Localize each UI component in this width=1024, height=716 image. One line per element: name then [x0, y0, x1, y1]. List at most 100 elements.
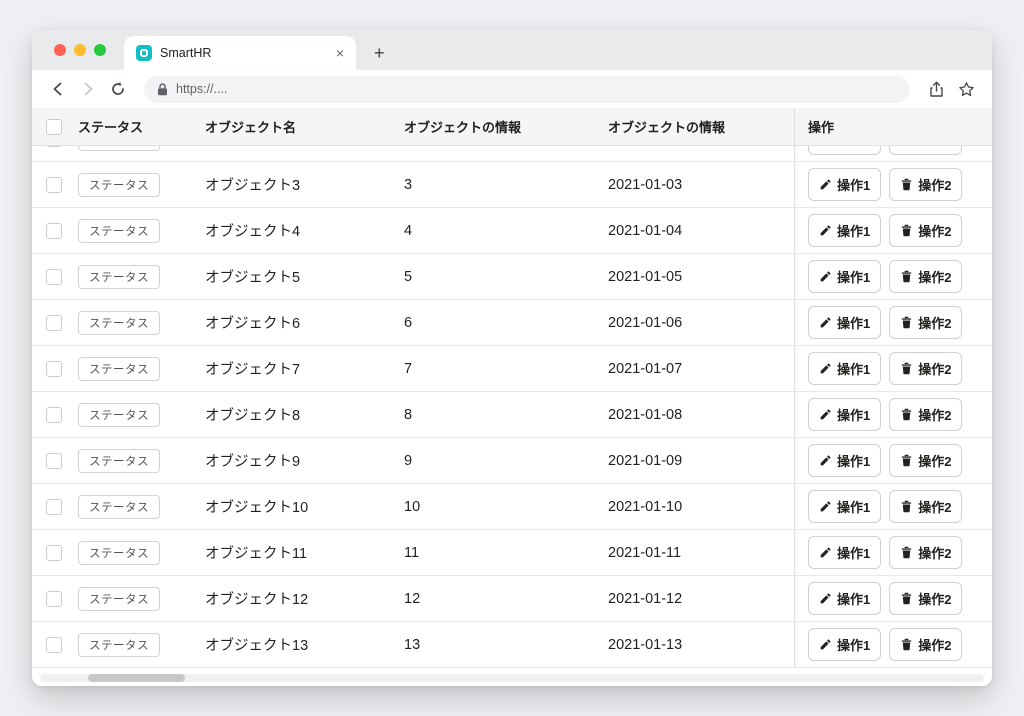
actions-cell: 操作1 操作2 [794, 622, 992, 667]
object-info1-cell: 7 [404, 361, 608, 377]
action1-button[interactable]: 操作1 [808, 306, 881, 339]
pencil-icon [819, 316, 832, 329]
action2-button[interactable]: 操作2 [889, 398, 962, 431]
row-checkbox[interactable] [46, 407, 62, 423]
trash-icon [900, 408, 913, 421]
row-checkbox[interactable] [46, 545, 62, 561]
trash-icon [900, 454, 913, 467]
status-cell: ステータス [78, 265, 205, 289]
action1-button[interactable]: 操作1 [808, 444, 881, 477]
object-info1-cell: 5 [404, 269, 608, 285]
table-row: ステータス オブジェクト7 7 2021-01-07 操作1 操作2 [32, 346, 992, 392]
row-checkbox[interactable] [46, 361, 62, 377]
action2-button[interactable]: 操作2 [889, 306, 962, 339]
table-row: ステータス オブジェクト11 11 2021-01-11 操作1 操作2 [32, 530, 992, 576]
status-cell: ステータス [78, 219, 205, 243]
zoom-window-button[interactable] [94, 44, 106, 56]
close-window-button[interactable] [54, 44, 66, 56]
horizontal-scrollbar-track[interactable] [40, 674, 984, 682]
pencil-icon [819, 178, 832, 191]
row-checkbox[interactable] [46, 453, 62, 469]
share-icon[interactable] [924, 77, 948, 101]
action2-button[interactable]: 操作2 [889, 214, 962, 247]
action1-button[interactable]: 操作1 [808, 168, 881, 201]
status-badge: ステータス [78, 265, 160, 289]
reload-icon[interactable] [106, 77, 130, 101]
object-info1-cell: 4 [404, 223, 608, 239]
forward-icon[interactable] [76, 77, 100, 101]
action1-label: 操作1 [837, 543, 870, 562]
status-badge: ステータス [78, 403, 160, 427]
action2-button[interactable]: 操作2 [889, 352, 962, 385]
new-tab-button[interactable]: + [374, 44, 385, 62]
object-info2-cell: 2021-01-11 [608, 545, 794, 561]
status-badge: ステータス [78, 311, 160, 335]
object-info2-cell: 2021-01-08 [608, 407, 794, 423]
status-badge: ステータス [78, 633, 160, 657]
browser-window: SmartHR × + https://.... [32, 30, 992, 686]
minimize-window-button[interactable] [74, 44, 86, 56]
pencil-icon [819, 224, 832, 237]
actions-cell: 操作1 操作2 [794, 208, 992, 253]
horizontal-scrollbar-thumb[interactable] [88, 674, 185, 682]
action1-button[interactable]: 操作1 [808, 260, 881, 293]
tab-close-icon[interactable]: × [336, 46, 344, 60]
action2-button[interactable]: 操作2 [889, 444, 962, 477]
action2-label: 操作2 [918, 451, 951, 470]
row-checkbox[interactable] [46, 591, 62, 607]
action1-button[interactable]: 操作1 [808, 214, 881, 247]
action1-button[interactable]: 操作1 [808, 352, 881, 385]
browser-tab[interactable]: SmartHR × [124, 36, 356, 70]
action1-button[interactable]: 操作1 [808, 628, 881, 661]
select-all-checkbox[interactable] [46, 119, 62, 135]
bookmark-star-icon[interactable] [954, 77, 978, 101]
table-row: ステータス オブジェクト6 6 2021-01-06 操作1 操作2 [32, 300, 992, 346]
object-name-cell: オブジェクト3 [205, 174, 404, 195]
row-checkbox-cell [32, 269, 78, 285]
action1-button[interactable]: 操作1 [808, 536, 881, 569]
status-cell: ステータス [78, 403, 205, 427]
action2-button[interactable]: 操作2 [889, 490, 962, 523]
status-badge: ステータス [78, 357, 160, 381]
actions-cell: 操作1 操作2 [794, 392, 992, 437]
object-info2-cell: 2021-01-05 [608, 269, 794, 285]
action2-button[interactable]: 操作2 [889, 536, 962, 569]
action1-button[interactable]: 操作1 [808, 398, 881, 431]
row-checkbox[interactable] [46, 637, 62, 653]
row-checkbox-cell [32, 146, 78, 147]
action2-button[interactable]: 操作2 [889, 582, 962, 615]
object-info2-cell: 2021-01-10 [608, 499, 794, 515]
object-name-cell: オブジェクト9 [205, 450, 404, 471]
action1-button[interactable]: 操作1 [808, 490, 881, 523]
row-checkbox[interactable] [46, 269, 62, 285]
status-cell: ステータス [78, 633, 205, 657]
row-checkbox[interactable] [46, 315, 62, 331]
object-name-cell: オブジェクト12 [205, 588, 404, 609]
action2-button[interactable]: 操作2 [889, 628, 962, 661]
row-checkbox[interactable] [46, 499, 62, 515]
object-info2-cell: 2021-01-13 [608, 637, 794, 653]
tab-strip: SmartHR × + [32, 30, 992, 70]
action1-button[interactable]: 操作1 [808, 146, 881, 155]
actions-cell: 操作1 操作2 [794, 346, 992, 391]
actions-cell: 操作1 操作2 [794, 146, 992, 161]
action2-button[interactable]: 操作2 [889, 146, 962, 155]
row-checkbox[interactable] [46, 177, 62, 193]
pencil-icon [819, 454, 832, 467]
table-row: ステータス オブジェクト9 9 2021-01-09 操作1 操作2 [32, 438, 992, 484]
url-bar[interactable]: https://.... [144, 76, 910, 103]
header-object-info-2: オブジェクトの情報 [608, 117, 794, 136]
action2-label: 操作2 [918, 635, 951, 654]
action1-button[interactable]: 操作1 [808, 582, 881, 615]
row-checkbox-cell [32, 499, 78, 515]
action2-button[interactable]: 操作2 [889, 260, 962, 293]
table-header-row: ステータス オブジェクト名 オブジェクトの情報 オブジェクトの情報 操作 [32, 108, 992, 146]
row-checkbox[interactable] [46, 146, 62, 147]
pencil-icon [819, 362, 832, 375]
back-icon[interactable] [46, 77, 70, 101]
row-checkbox[interactable] [46, 223, 62, 239]
action2-button[interactable]: 操作2 [889, 168, 962, 201]
status-badge: ステータス [78, 146, 160, 151]
status-cell: ステータス [78, 173, 205, 197]
object-name-cell: オブジェクト4 [205, 220, 404, 241]
